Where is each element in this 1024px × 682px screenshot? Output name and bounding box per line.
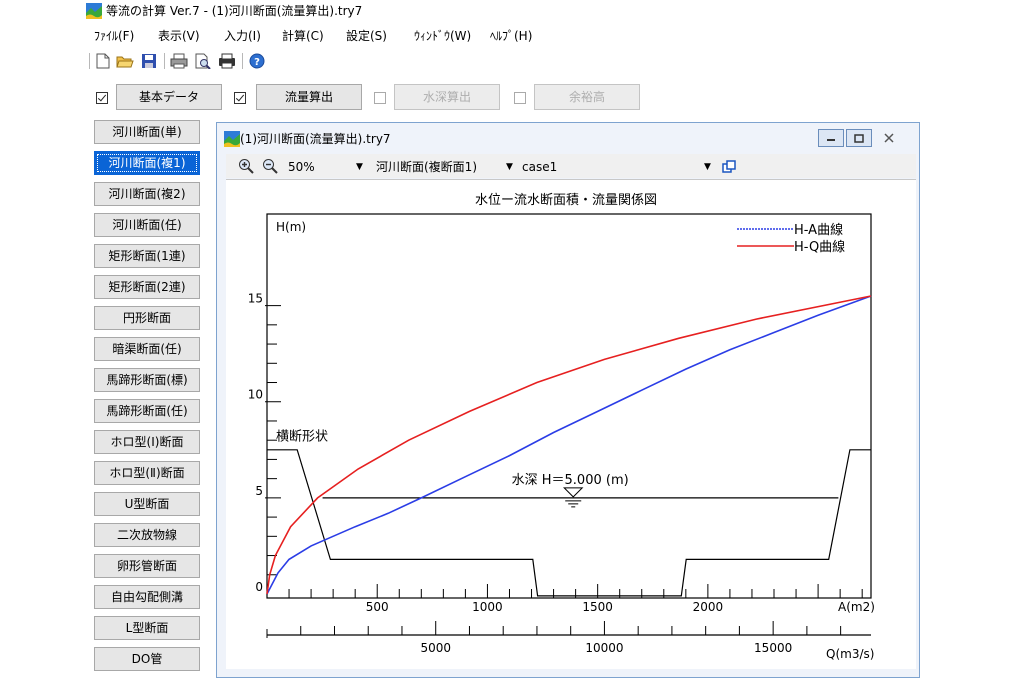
sidebar-item-culvert[interactable]: 暗渠断面(任) — [94, 337, 200, 361]
basic-data-button[interactable]: 基本データ — [116, 84, 222, 110]
restore-button[interactable] — [846, 129, 872, 147]
printer-setup-icon[interactable] — [218, 52, 236, 70]
y-tick-label: 15 — [248, 292, 263, 306]
cross-section-outline — [267, 449, 871, 597]
flow-tick-label: 10000 — [585, 641, 623, 655]
zoom-out-icon[interactable] — [262, 158, 278, 178]
freeboard-checkbox[interactable] — [514, 92, 526, 104]
flow-tick-label: 5000 — [420, 641, 451, 655]
sidebar-item-egg[interactable]: 卵形管断面 — [94, 554, 200, 578]
basic-data-checkbox[interactable] — [96, 92, 108, 104]
plot-frame — [266, 213, 872, 599]
water-depth-label: 水深 H＝5.000 (m) — [512, 473, 629, 488]
y-tick-label: 5 — [255, 484, 263, 498]
sidebar-item-l-type[interactable]: L型断面 — [94, 616, 200, 640]
sidebar-item-horo-2[interactable]: ホロ型(Ⅱ)断面 — [94, 461, 200, 485]
menu-help[interactable]: ﾍﾙﾌﾟ(H) — [490, 28, 532, 44]
menu-input[interactable]: 入力(I) — [224, 28, 261, 44]
restore-icon — [854, 134, 864, 143]
sidebar-item-do-pipe[interactable]: DO管 — [94, 647, 200, 671]
area-axis-label: A(m2) — [838, 600, 875, 614]
sidebar-item-free-gutter[interactable]: 自由勾配側溝 — [94, 585, 200, 609]
series-line-h-a — [266, 295, 872, 595]
sidebar-item-river-any[interactable]: 河川断面(任) — [94, 213, 200, 237]
chart-toolbar — [226, 154, 916, 178]
area-tick-label: 1000 — [472, 600, 503, 614]
case-select[interactable]: case1 — [522, 159, 557, 175]
series-line-h-q — [266, 295, 872, 595]
menu-view[interactable]: 表示(V) — [158, 28, 200, 44]
child-window-title: (1)河川断面(流量算出).try7 — [240, 132, 391, 146]
close-icon — [884, 133, 894, 143]
app-icon — [86, 3, 102, 19]
chart-title: 水位ー流水断面積・流量関係図 — [475, 193, 657, 208]
menu-window[interactable]: ｳｨﾝﾄﾞｳ(W) — [414, 28, 471, 44]
flow-calc-button[interactable]: 流量算出 — [256, 84, 362, 110]
depth-calc-button[interactable]: 水深算出 — [394, 84, 500, 110]
y-tick-label: 0 — [255, 580, 263, 594]
open-folder-icon[interactable] — [116, 52, 134, 70]
zoom-select[interactable]: 50% — [288, 159, 315, 175]
save-icon[interactable] — [140, 52, 158, 70]
minimize-icon — [827, 139, 835, 141]
flow-axis-label: Q(m3/s) — [826, 647, 874, 661]
legend-label: H-Q曲線 — [794, 239, 845, 255]
flow-tick-label: 15000 — [754, 641, 792, 655]
minimize-button[interactable] — [818, 129, 844, 147]
zoom-dropdown-icon[interactable]: ▼ — [356, 159, 363, 175]
y-tick-label: 10 — [248, 388, 263, 402]
cross-section-label: 横断形状 — [276, 429, 328, 444]
sidebar-item-river-single[interactable]: 河川断面(単) — [94, 120, 200, 144]
new-file-icon[interactable] — [94, 52, 112, 70]
chart-canvas: 水位ー流水断面積・流量関係図 H(m) 0 5 10 15 水深 H＝5.000 (m… — [226, 179, 916, 669]
sidebar-item-parabola[interactable]: 二次放物線 — [94, 523, 200, 547]
help-icon[interactable]: ? — [248, 52, 266, 70]
sidebar-item-horseshoe-std[interactable]: 馬蹄形断面(標) — [94, 368, 200, 392]
menu-settings[interactable]: 設定(S) — [346, 28, 387, 44]
flow-calc-checkbox[interactable] — [234, 92, 246, 104]
area-tick-label: 500 — [366, 600, 389, 614]
sidebar-item-rect-2[interactable]: 矩形断面(2連) — [94, 275, 200, 299]
window-title: 等流の計算 Ver.7 - (1)河川断面(流量算出).try7 — [106, 4, 363, 18]
water-level-symbol — [563, 487, 584, 498]
close-button[interactable] — [874, 129, 904, 147]
freeboard-button[interactable]: 余裕高 — [534, 84, 640, 110]
sidebar-item-horo-1[interactable]: ホロ型(Ⅰ)断面 — [94, 430, 200, 454]
depth-calc-checkbox[interactable] — [374, 92, 386, 104]
child-window-icon — [224, 131, 240, 147]
menu-file[interactable]: ﾌｧｲﾙ(F) — [94, 28, 134, 44]
sidebar-item-circle[interactable]: 円形断面 — [94, 306, 200, 330]
sidebar-item-horseshoe-any[interactable]: 馬蹄形断面(任) — [94, 399, 200, 423]
sidebar-item-river-comp2[interactable]: 河川断面(複2) — [94, 182, 200, 206]
section-select[interactable]: 河川断面(複断面1) — [376, 159, 477, 175]
area-tick-label: 2000 — [693, 600, 724, 614]
area-tick-label: 1500 — [582, 600, 613, 614]
h-a-q-chart: 水位ー流水断面積・流量関係図 H(m) 0 5 10 15 水深 H＝5.000 (m… — [248, 193, 875, 661]
case-dropdown-icon[interactable]: ▼ — [704, 159, 711, 175]
sidebar-item-u-type[interactable]: U型断面 — [94, 492, 200, 516]
print-icon[interactable] — [170, 52, 188, 70]
svg-text:?: ? — [254, 57, 260, 68]
menu-calc[interactable]: 計算(C) — [282, 28, 324, 44]
y-axis-label: H(m) — [276, 220, 306, 234]
section-dropdown-icon[interactable]: ▼ — [506, 159, 513, 175]
zoom-in-icon[interactable] — [238, 158, 254, 178]
sidebar-item-rect-1[interactable]: 矩形断面(1連) — [94, 244, 200, 268]
sidebar-item-river-comp1[interactable]: 河川断面(複1) — [94, 151, 200, 175]
print-preview-icon[interactable] — [194, 52, 212, 70]
legend-label: H-A曲線 — [794, 222, 843, 238]
copy-window-icon[interactable] — [722, 159, 736, 178]
